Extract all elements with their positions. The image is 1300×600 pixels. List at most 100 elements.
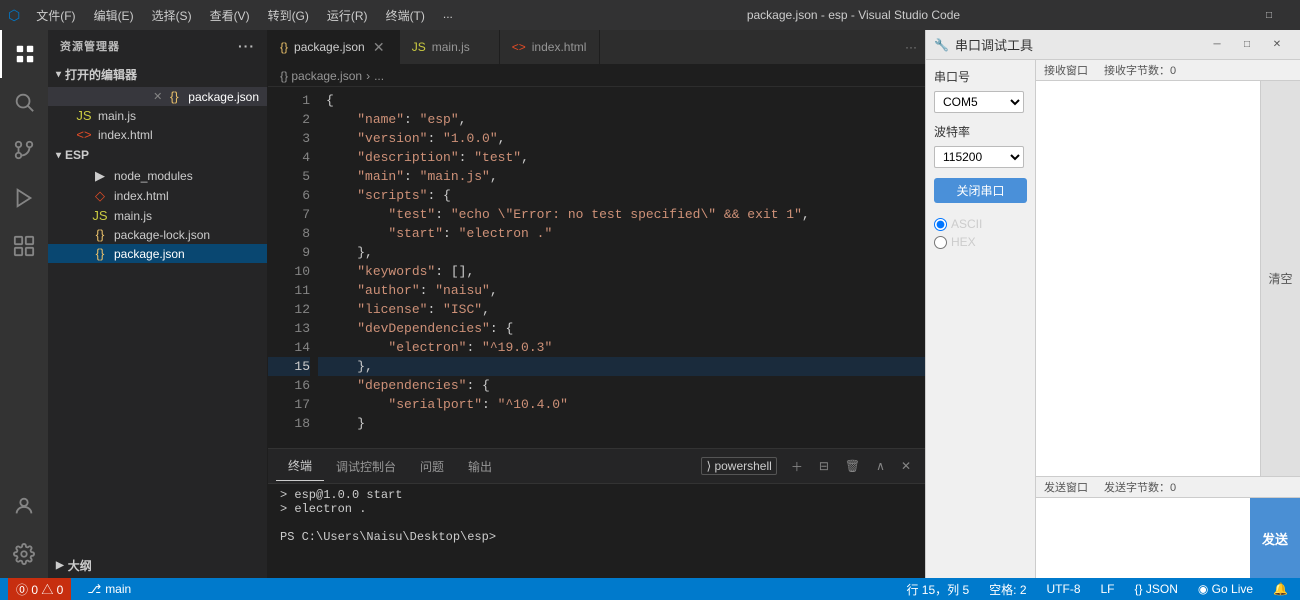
serial-send-textarea[interactable] — [1036, 498, 1250, 578]
menu-view[interactable]: 查看(V) — [202, 5, 258, 26]
maximize-button[interactable]: □ — [1246, 0, 1292, 30]
tab-problems[interactable]: 问题 — [408, 452, 456, 481]
terminal-line-3 — [280, 516, 913, 530]
serial-maximize-btn[interactable]: □ — [1232, 34, 1262, 56]
tab-package-json[interactable]: {} package.json ✕ — [268, 30, 400, 64]
serial-titlebar: 🔧 串口调试工具 ─ □ ✕ — [926, 30, 1300, 60]
serial-clear-btn[interactable]: 清空 — [1260, 81, 1300, 476]
tab-close-package-json[interactable]: ✕ — [371, 39, 387, 56]
serial-send-count-label: 发送字节数：0 — [1104, 479, 1176, 495]
serial-send-btn[interactable]: 发送 — [1250, 498, 1300, 578]
terminal-line-4: PS C:\Users\Naisu\Desktop\esp> — [280, 530, 913, 544]
status-branch[interactable]: ⎇ main — [83, 582, 135, 596]
menu-select[interactable]: 选择(S) — [144, 5, 200, 26]
menu-terminal[interactable]: 终端(T) — [378, 5, 433, 26]
serial-recv-count-label: 接收字节数：0 — [1104, 62, 1176, 78]
menu-edit[interactable]: 编辑(E) — [86, 5, 142, 26]
close-icon-package[interactable]: ✕ — [153, 90, 162, 103]
tab-output[interactable]: 输出 — [456, 452, 504, 481]
status-spaces[interactable]: 空格: 2 — [985, 581, 1030, 598]
breadcrumb-separator: › — [366, 69, 370, 83]
menu-run[interactable]: 运行(R) — [319, 5, 376, 26]
serial-minimize-btn[interactable]: ─ — [1202, 34, 1232, 56]
js-file-icon: JS — [92, 208, 108, 223]
serial-format-hex[interactable]: HEX — [934, 235, 1027, 249]
activity-extensions[interactable] — [0, 222, 48, 270]
serial-send-label-text: 发送窗口 — [1044, 479, 1088, 495]
code-content[interactable]: { "name": "esp", "version": "1.0.0", "de… — [318, 87, 925, 448]
terminal-chevron-up[interactable]: ∧ — [870, 457, 891, 475]
serial-close-port-btn[interactable]: 关闭串口 — [934, 178, 1027, 203]
terminal-line-1: > esp@1.0.0 start — [280, 488, 913, 502]
tab-terminal[interactable]: 终端 — [276, 451, 324, 481]
terminal-shell-label: ⟩ powershell — [701, 457, 776, 475]
status-language[interactable]: {} JSON — [1131, 582, 1182, 596]
tab-index-html[interactable]: <> index.html — [500, 30, 600, 64]
tab-icon-package-json: {} — [280, 40, 288, 54]
serial-tool-title: 串口调试工具 — [955, 35, 1202, 54]
file-icon-indexhtml: <> — [76, 127, 92, 142]
serial-baud-section: 波特率 115200 — [934, 123, 1027, 168]
open-editor-main-js[interactable]: JS main.js — [48, 106, 267, 125]
serial-format-ascii[interactable]: ASCII — [934, 217, 1027, 231]
serial-tool-icon: 🔧 — [934, 38, 949, 52]
tab-more-button[interactable]: ··· — [897, 30, 925, 64]
title-bar: ⬡ 文件(F) 编辑(E) 选择(S) 查看(V) 转到(G) 运行(R) 终端… — [0, 0, 1300, 30]
status-golive[interactable]: ◉ Go Live — [1194, 582, 1257, 596]
serial-baud-select[interactable]: 115200 — [934, 146, 1024, 168]
status-bell[interactable]: 🔔 — [1269, 582, 1292, 596]
sidebar-node-modules[interactable]: ▶ node_modules — [48, 166, 267, 186]
terminal-content[interactable]: > esp@1.0.0 start > electron . PS C:\Use… — [268, 484, 925, 578]
html-file-icon: ◇ — [92, 188, 108, 204]
terminal-area: 终端 调试控制台 问题 输出 ⟩ powershell ＋ ⊟ 🗑 ∧ ✕ — [268, 448, 925, 578]
outline-section[interactable]: ▶ 大纲 — [48, 553, 267, 578]
activity-debug[interactable] — [0, 174, 48, 222]
serial-recv-textarea[interactable] — [1036, 81, 1260, 476]
editor-area: {} package.json ✕ JS main.js <> index.ht… — [268, 30, 925, 578]
terminal-trash-btn[interactable]: 🗑 — [839, 457, 866, 475]
open-editors-section[interactable]: ▾ 打开的编辑器 — [48, 62, 267, 87]
sidebar-package-json[interactable]: {} package.json — [48, 244, 267, 263]
serial-port-select[interactable]: COM5 — [934, 91, 1024, 113]
breadcrumb: {} package.json › ... — [268, 65, 925, 87]
terminal-close-btn[interactable]: ✕ — [895, 457, 917, 475]
menu-goto[interactable]: 转到(G) — [260, 5, 317, 26]
terminal-split-btn[interactable]: ⊟ — [813, 457, 835, 475]
code-editor: 12345 678910 1112131415 161718 { "name":… — [268, 87, 925, 448]
menu-more[interactable]: ... — [435, 5, 461, 26]
serial-config: 串口号 COM5 波特率 115200 关闭串口 — [926, 60, 1036, 578]
activity-account[interactable] — [0, 482, 48, 530]
menu-bar: 文件(F) 编辑(E) 选择(S) 查看(V) 转到(G) 运行(R) 终端(T… — [28, 5, 461, 26]
activity-search[interactable] — [0, 78, 48, 126]
terminal-add-btn[interactable]: ＋ — [785, 456, 809, 477]
activity-git[interactable] — [0, 126, 48, 174]
esp-section[interactable]: ▾ ESP — [48, 144, 267, 166]
menu-file[interactable]: 文件(F) — [28, 5, 83, 26]
status-line-col[interactable]: 行 15，列 5 — [902, 581, 973, 598]
sidebar: 资源管理器 ··· ▾ 打开的编辑器 ✕ {} package.json JS … — [48, 30, 268, 578]
serial-send-header: 发送窗口 发送字节数：0 — [1036, 476, 1300, 498]
sidebar-package-lock[interactable]: {} package-lock.json — [48, 225, 267, 244]
file-icon-package: {} — [166, 89, 182, 104]
serial-recv-header: 接收窗口 接收字节数：0 — [1036, 60, 1300, 81]
activity-settings[interactable] — [0, 530, 48, 578]
terminal-line-2: > electron . — [280, 502, 913, 516]
json-file-icon-lock: {} — [92, 227, 108, 242]
activity-explorer[interactable] — [0, 30, 48, 78]
status-encoding[interactable]: UTF-8 — [1043, 582, 1085, 596]
terminal-tab-bar: 终端 调试控制台 问题 输出 ⟩ powershell ＋ ⊟ 🗑 ∧ ✕ — [268, 449, 925, 484]
serial-recv-area: 清空 — [1036, 81, 1300, 476]
serial-close-port-section: 关闭串口 — [934, 178, 1027, 203]
status-errors[interactable]: ⓪ 0 △ 0 — [8, 578, 71, 600]
serial-close-btn[interactable]: ✕ — [1262, 34, 1292, 56]
open-editor-package-json[interactable]: ✕ {} package.json — [48, 87, 267, 106]
sidebar-index-html[interactable]: ◇ index.html — [48, 186, 267, 206]
folder-collapsed-icon: ▶ — [92, 168, 108, 184]
open-editor-index-html[interactable]: <> index.html — [48, 125, 267, 144]
status-line-ending[interactable]: LF — [1097, 582, 1119, 596]
tab-debug-console[interactable]: 调试控制台 — [324, 452, 408, 481]
tab-main-js[interactable]: JS main.js — [400, 30, 500, 64]
serial-port-label: 串口号 — [934, 68, 1027, 85]
sidebar-main-js[interactable]: JS main.js — [48, 206, 267, 225]
sidebar-more-icon[interactable]: ··· — [238, 38, 255, 54]
